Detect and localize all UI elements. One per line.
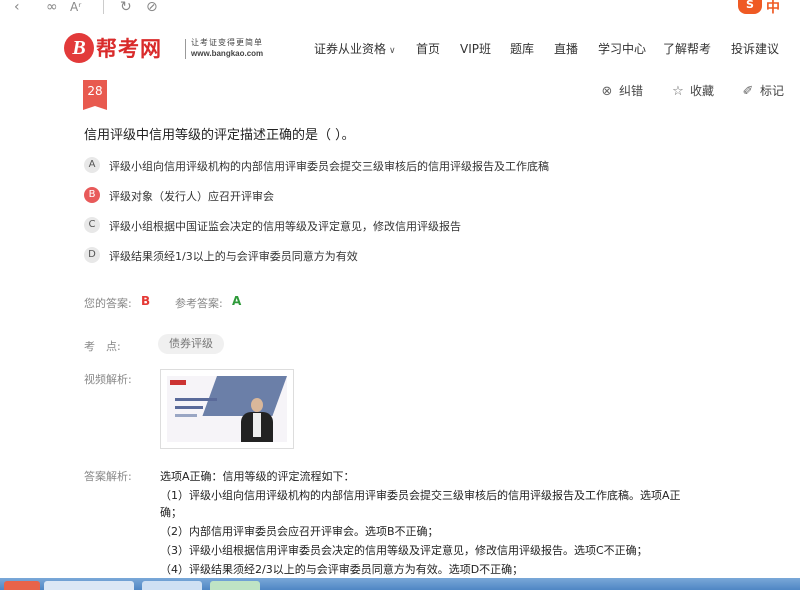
- video-text-line: [175, 406, 203, 409]
- logo-slogan: 让考证变得更简单: [191, 38, 263, 47]
- answer-explanation-label: 答案解析:: [84, 470, 132, 483]
- nav-item-about[interactable]: 了解帮考: [663, 40, 711, 57]
- video-logo: [170, 380, 186, 385]
- browser-toolbar: ‹ ∞ Aʳ ↻ ⊘ S 中: [0, 0, 800, 18]
- video-text-line: [175, 398, 217, 401]
- explanation-line: 选项A正确：信用等级的评定流程如下：: [160, 470, 355, 483]
- refresh-icon[interactable]: ↻: [120, 0, 132, 16]
- toolbar-divider: [103, 0, 104, 14]
- your-answer-label: 您的答案:: [84, 297, 132, 310]
- option-letter-badge: A: [84, 157, 100, 173]
- exam-point-label: 考 点:: [84, 340, 121, 353]
- video-banner: [202, 376, 287, 416]
- nav-item-vip[interactable]: VIP班: [460, 40, 491, 57]
- input-method-label: 中: [766, 0, 780, 16]
- explanation-line: 确；: [160, 506, 182, 519]
- os-taskbar: [0, 578, 800, 590]
- logo-name: 帮考网: [96, 37, 162, 61]
- option-letter-badge: C: [84, 217, 100, 233]
- option-letter-badge: B: [84, 187, 100, 203]
- favorite-label: 收藏: [690, 84, 715, 98]
- video-text-line: [175, 414, 197, 417]
- nav-item-question-bank[interactable]: 题库: [510, 40, 534, 57]
- pin-icon: ✐: [742, 84, 754, 99]
- lecturer-shirt: [253, 413, 261, 437]
- compass-icon[interactable]: ⊘: [146, 0, 158, 16]
- reference-answer-label: 参考答案:: [175, 297, 223, 310]
- explanation-line: （1）评级小组向信用评级机构的内部信用评审委员会提交三级审核后的信用评级报告及工…: [160, 489, 681, 502]
- nav-item-learning-center[interactable]: 学习中心: [598, 40, 646, 57]
- explanation-line: （3）评级小组根据信用评审委员会决定的信用等级及评定意见，修改信用评级报告。选项…: [160, 544, 648, 557]
- nav-item-exam-category[interactable]: 证券从业资格 ∨: [314, 40, 396, 57]
- video-frame: [167, 376, 287, 442]
- chevron-down-icon: ∨: [389, 46, 396, 56]
- taskbar-item[interactable]: [210, 581, 260, 590]
- nav-item-label: 证券从业资格: [314, 42, 387, 56]
- taskbar-item[interactable]: [142, 581, 202, 590]
- option-text: 评级小组向信用评级机构的内部信用评审委员会提交三级审核后的信用评级报告及工作底稿: [109, 160, 549, 173]
- mark-button[interactable]: ✐ 标记: [741, 82, 784, 99]
- input-method-indicator[interactable]: S 中: [738, 0, 800, 16]
- star-icon: ☆: [672, 84, 684, 99]
- exam-point-tag[interactable]: 债券评级: [158, 334, 224, 354]
- back-icon[interactable]: ‹: [14, 0, 20, 16]
- mark-label: 标记: [760, 84, 785, 98]
- nav-item-complaint[interactable]: 投诉建议: [731, 40, 779, 57]
- question-number-badge: 28: [83, 80, 107, 110]
- input-method-icon: S: [738, 0, 762, 14]
- nav-item-live[interactable]: 直播: [554, 40, 578, 57]
- option-letter-badge: D: [84, 247, 100, 263]
- logo-mark-icon: B: [64, 33, 94, 63]
- site-header: B 帮考网 让考证变得更简单 www.bangkao.com 证券从业资格 ∨ 首…: [0, 18, 800, 76]
- your-answer-value: B: [141, 294, 151, 308]
- taskbar-item[interactable]: [44, 581, 134, 590]
- error-report-icon: ⊗: [601, 84, 613, 99]
- text-size-icon[interactable]: Aʳ: [70, 0, 81, 16]
- start-button[interactable]: [4, 581, 40, 590]
- question-title: 信用评级中信用等级的评定描述正确的是（ ）。: [84, 128, 355, 143]
- nav-item-home[interactable]: 首页: [416, 40, 440, 57]
- video-thumbnail[interactable]: [160, 369, 294, 449]
- video-explanation-label: 视频解析:: [84, 373, 132, 386]
- option-text: 评级对象（发行人）应召开评审会: [109, 190, 274, 203]
- report-error-button[interactable]: ⊗ 纠错: [600, 82, 643, 99]
- link-icon[interactable]: ∞: [46, 0, 58, 16]
- option-text: 评级小组根据中国证监会决定的信用等级及评定意见，修改信用评级报告: [109, 220, 461, 233]
- explanation-line: （4）评级结果须经2/3以上的与会评审委员同意方为有效。选项D不正确；: [160, 563, 524, 576]
- logo-divider: [185, 39, 186, 59]
- reference-answer-value: A: [232, 294, 242, 308]
- report-error-label: 纠错: [619, 84, 644, 98]
- favorite-button[interactable]: ☆ 收藏: [671, 82, 714, 99]
- option-text: 评级结果须经1/3以上的与会评审委员同意方为有效: [109, 250, 358, 263]
- site-logo[interactable]: B 帮考网 让考证变得更简单 www.bangkao.com: [64, 33, 274, 67]
- lecturer-head: [251, 398, 263, 412]
- logo-url: www.bangkao.com: [191, 49, 264, 58]
- explanation-line: （2）内部信用评审委员会应召开评审会。选项B不正确；: [160, 525, 439, 538]
